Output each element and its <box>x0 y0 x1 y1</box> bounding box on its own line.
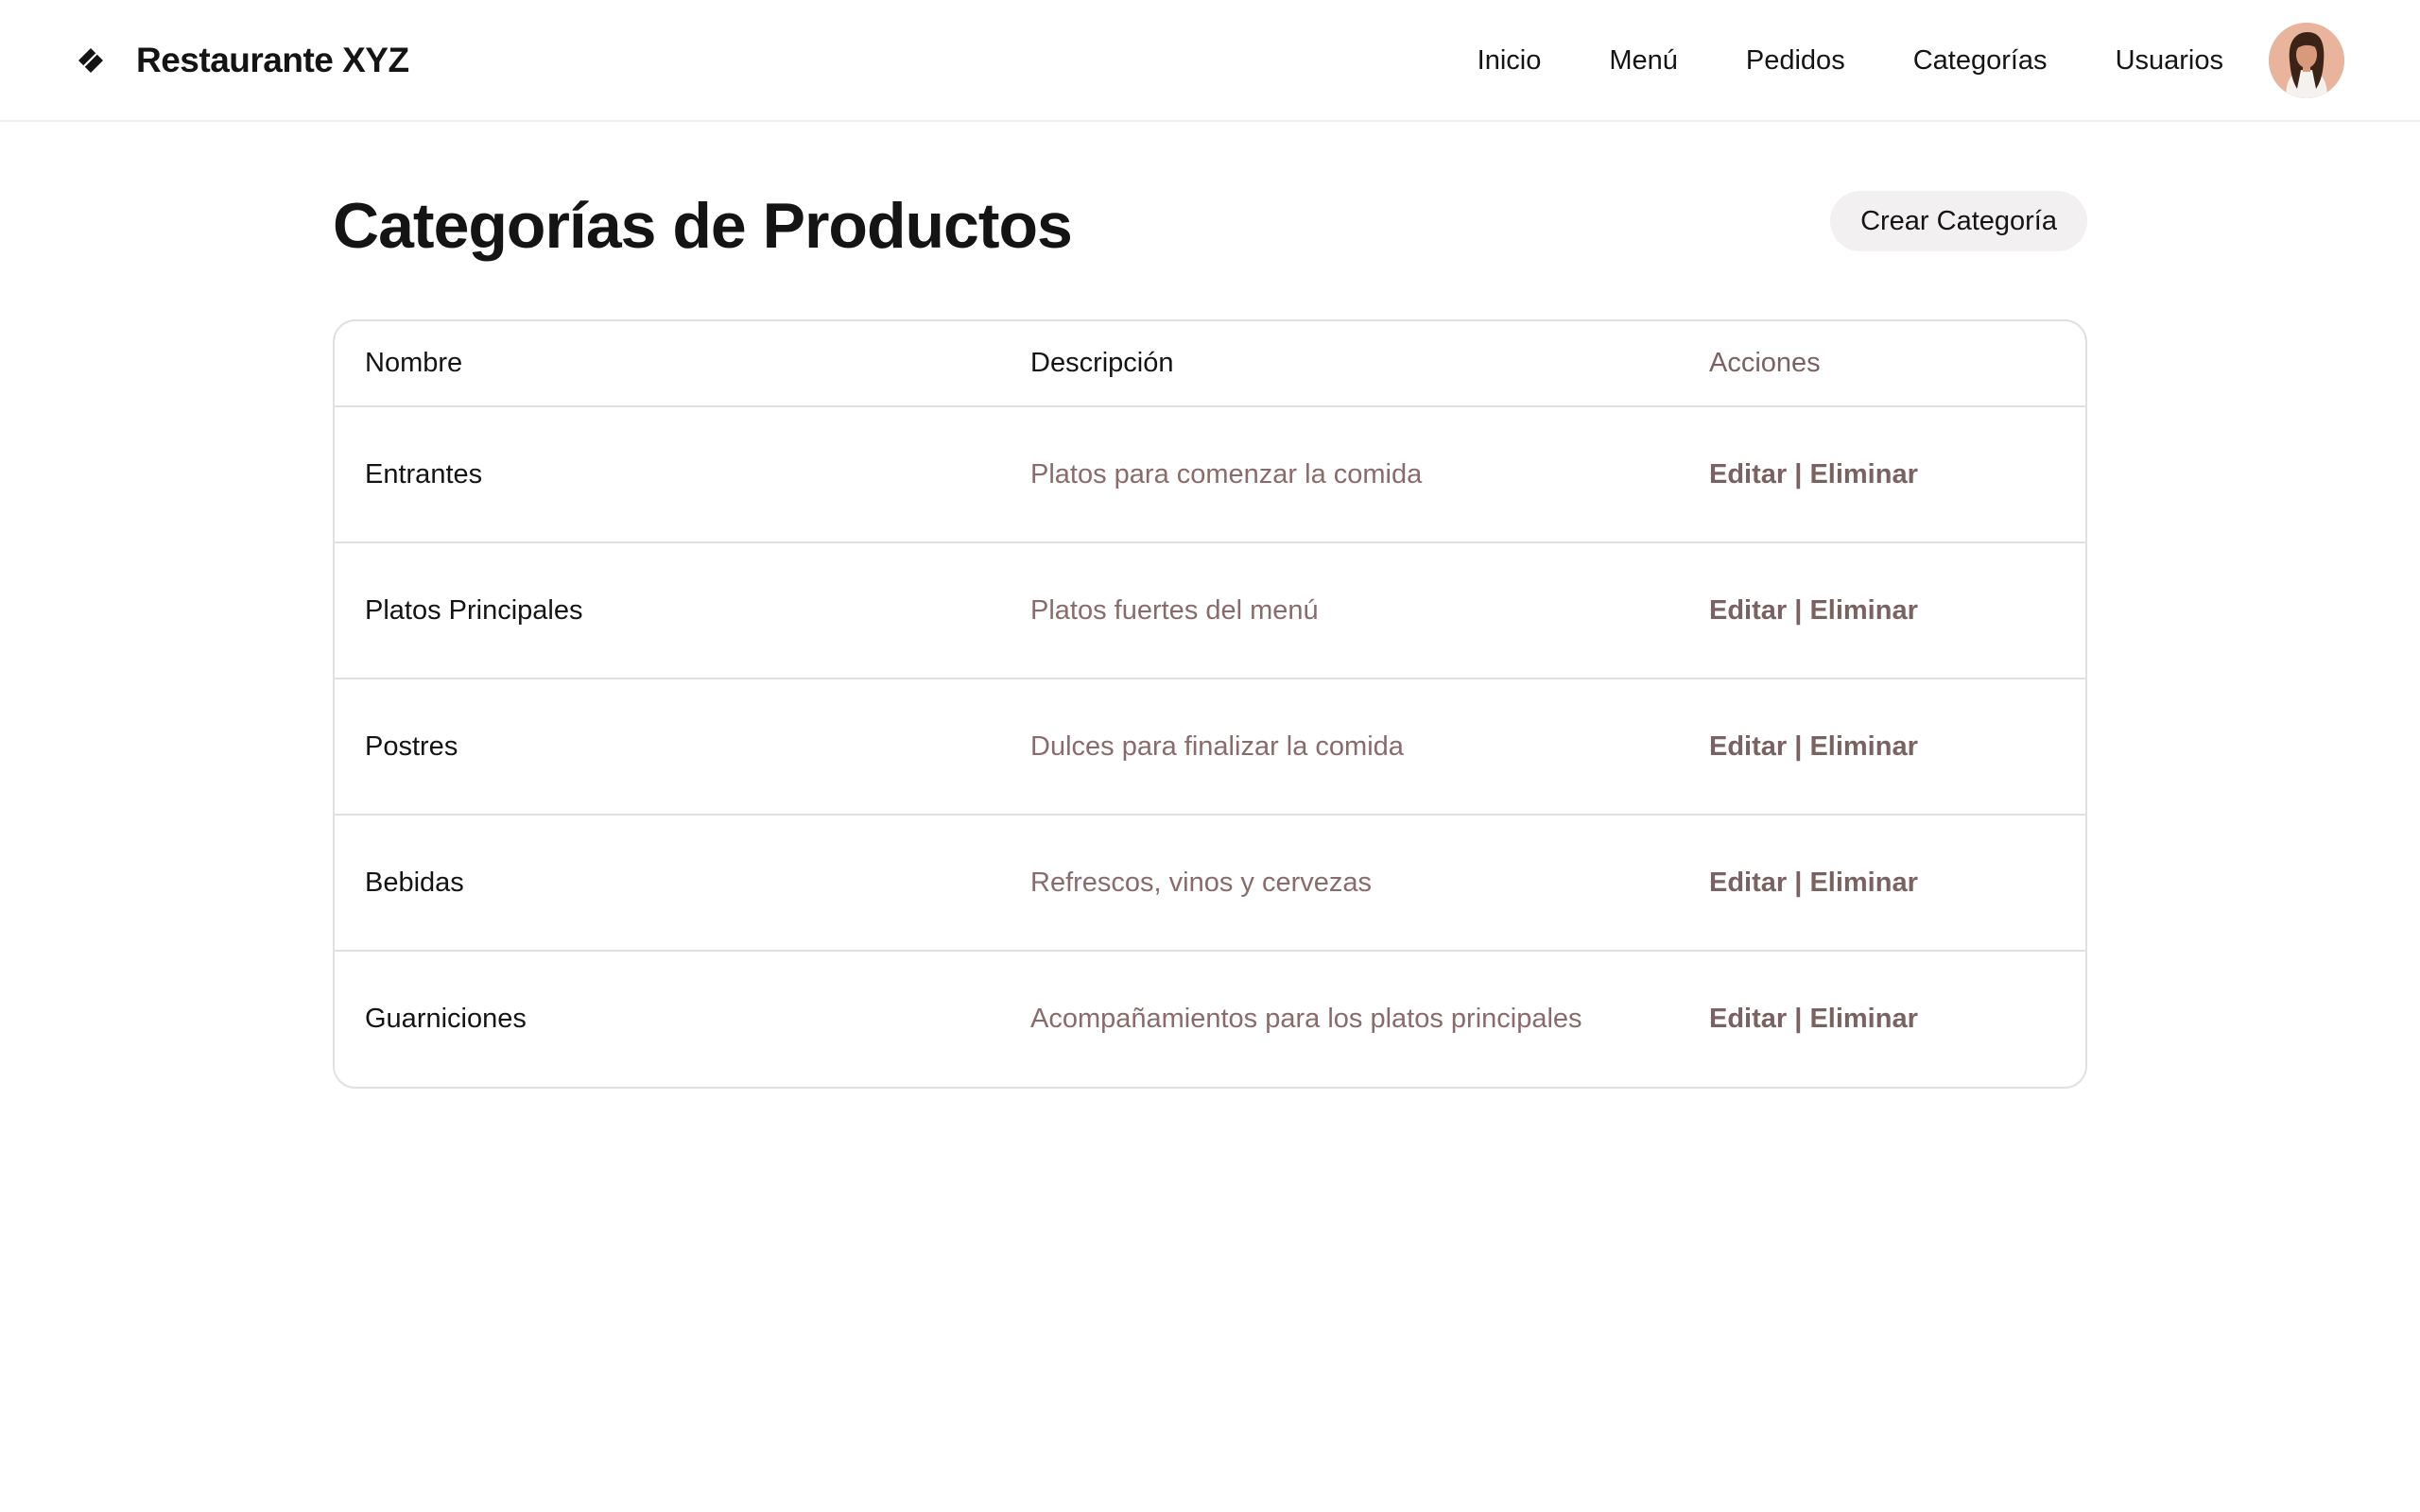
nav-item-inicio[interactable]: Inicio <box>1478 45 1542 77</box>
delete-link[interactable]: Eliminar <box>1809 868 1917 898</box>
action-separator: | <box>1794 867 1803 898</box>
category-description: Dulces para finalizar la comida <box>1000 679 1679 816</box>
main-content: Categorías de Productos Crear Categoría … <box>333 121 2087 1089</box>
top-navigation-bar: Restaurante XYZ Inicio Menú Pedidos Cate… <box>0 0 2420 122</box>
brand[interactable]: Restaurante XYZ <box>76 0 409 121</box>
diamond-logo-icon <box>78 48 103 73</box>
delete-link[interactable]: Eliminar <box>1809 731 1917 762</box>
row-actions: Editar | Eliminar <box>1679 951 2085 1087</box>
row-actions: Editar | Eliminar <box>1679 542 2085 679</box>
delete-link[interactable]: Eliminar <box>1809 1004 1917 1034</box>
nav-item-usuarios[interactable]: Usuarios <box>2116 45 2223 77</box>
action-separator: | <box>1794 594 1803 626</box>
edit-link[interactable]: Editar <box>1709 459 1787 490</box>
category-description: Platos fuertes del menú <box>1000 542 1679 679</box>
category-name: Entrantes <box>335 406 1000 543</box>
delete-link[interactable]: Eliminar <box>1809 595 1917 626</box>
table-row: Bebidas Refrescos, vinos y cervezas Edit… <box>335 815 2085 952</box>
categories-table: Nombre Descripción Acciones Entrantes Pl… <box>335 321 2085 1087</box>
edit-link[interactable]: Editar <box>1709 731 1787 762</box>
table-row: Guarniciones Acompañamientos para los pl… <box>335 951 2085 1087</box>
row-actions: Editar | Eliminar <box>1679 815 2085 952</box>
table-row: Postres Dulces para finalizar la comida … <box>335 679 2085 816</box>
column-header-descripcion: Descripción <box>1000 321 1679 407</box>
user-avatar[interactable] <box>2269 23 2344 98</box>
category-name: Guarniciones <box>365 1004 527 1034</box>
category-description: Platos para comenzar la comida <box>1000 406 1679 543</box>
row-actions: Editar | Eliminar <box>1679 679 2085 816</box>
categories-table-card: Nombre Descripción Acciones Entrantes Pl… <box>333 319 2087 1089</box>
avatar-portrait-icon <box>2269 23 2344 98</box>
action-separator: | <box>1794 458 1803 490</box>
category-description: Refrescos, vinos y cervezas <box>1000 815 1679 952</box>
brand-name: Restaurante XYZ <box>136 41 409 79</box>
table-header-row: Nombre Descripción Acciones <box>335 321 2085 407</box>
action-separator: | <box>1794 730 1803 762</box>
edit-link[interactable]: Editar <box>1709 868 1787 898</box>
nav-item-menu[interactable]: Menú <box>1609 45 1678 77</box>
column-header-nombre: Nombre <box>335 321 1000 407</box>
nav-item-categorias[interactable]: Categorías <box>1913 45 2048 77</box>
nav-item-pedidos[interactable]: Pedidos <box>1746 45 1845 77</box>
delete-link[interactable]: Eliminar <box>1809 459 1917 490</box>
table-row: Platos Principales Platos fuertes del me… <box>335 542 2085 679</box>
main-nav: Inicio Menú Pedidos Categorías Usuarios <box>1478 0 2223 121</box>
category-description: Acompañamientos para los platos principa… <box>1030 1004 1582 1034</box>
action-separator: | <box>1794 1004 1803 1034</box>
edit-link[interactable]: Editar <box>1709 1004 1787 1034</box>
column-header-acciones: Acciones <box>1679 321 2085 407</box>
page-header: Categorías de Productos Crear Categoría <box>333 121 2087 319</box>
create-category-button[interactable]: Crear Categoría <box>1830 191 2087 251</box>
edit-link[interactable]: Editar <box>1709 595 1787 626</box>
category-name: Postres <box>335 679 1000 816</box>
page-title: Categorías de Productos <box>333 190 1073 262</box>
category-name: Bebidas <box>335 815 1000 952</box>
table-row: Entrantes Platos para comenzar la comida… <box>335 406 2085 543</box>
category-name: Platos Principales <box>335 542 1000 679</box>
row-actions: Editar | Eliminar <box>1679 406 2085 543</box>
